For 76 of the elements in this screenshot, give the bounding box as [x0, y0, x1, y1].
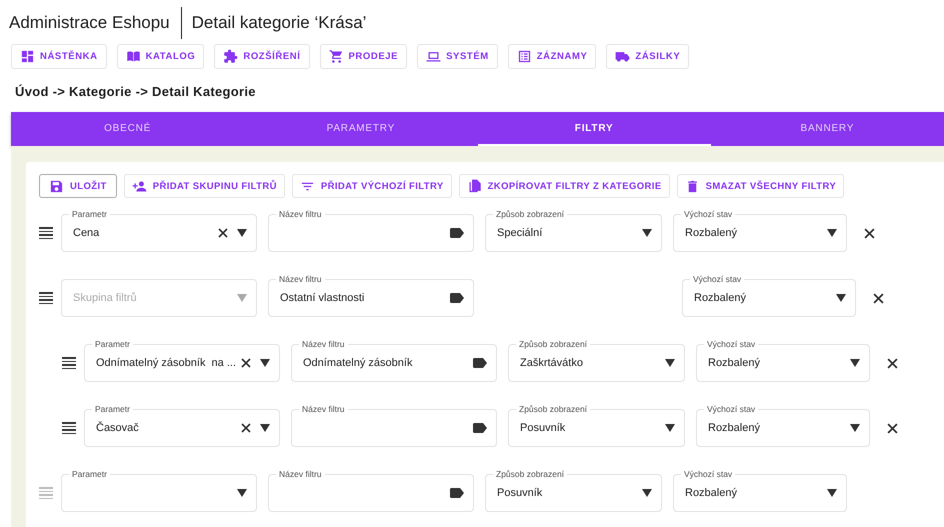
field-label: Výchozí stav: [704, 404, 758, 415]
dropdown-caret-icon[interactable]: [237, 229, 247, 237]
field-label: Způsob zobrazení: [516, 404, 590, 415]
field-label: Způsob zobrazení: [493, 469, 568, 480]
dropdown-caret-icon[interactable]: [665, 424, 675, 432]
clear-icon[interactable]: [218, 228, 228, 238]
book-icon: [126, 49, 141, 64]
tag-icon: [450, 228, 464, 238]
drag-handle-icon[interactable]: [39, 227, 53, 239]
nav-button[interactable]: SYSTÉM: [417, 44, 498, 69]
field-label: Parametr: [69, 209, 110, 220]
dropdown-caret-icon[interactable]: [665, 359, 675, 367]
field-label: Název filtru: [299, 404, 348, 415]
clear-icon[interactable]: [241, 423, 251, 433]
toolbar-button[interactable]: ZKOPÍROVAT FILTRY Z KATEGORIE: [458, 174, 670, 198]
person-add-icon: [132, 178, 147, 194]
field-label: Výchozí stav: [704, 339, 758, 350]
toolbar-button[interactable]: PŘIDAT SKUPINU FILTRŮ: [124, 174, 285, 198]
remove-icon[interactable]: [873, 292, 884, 304]
breadcrumb: Úvod -> Kategorie -> Detail Kategorie: [14, 83, 257, 101]
page-title: Detail kategorie ‘Krása’: [190, 13, 366, 33]
dropdown-caret-icon[interactable]: [260, 424, 270, 432]
field-label: Výchozí stav: [681, 469, 736, 480]
tag-icon: [473, 358, 487, 368]
nav-button[interactable]: ZÁZNAMY: [508, 44, 596, 69]
toolbar-button[interactable]: ULOŽIT: [39, 174, 117, 198]
drag-handle-icon[interactable]: [39, 292, 53, 304]
nav-button[interactable]: ZÁSILKY: [606, 44, 690, 69]
dropdown-caret-icon[interactable]: [850, 359, 860, 367]
field-label: Způsob zobrazení: [516, 339, 590, 350]
toolbar-button[interactable]: PŘIDAT VÝCHOZÍ FILTRY: [292, 174, 452, 198]
truck-icon: [615, 49, 630, 64]
tag-icon: [450, 488, 464, 498]
tag-icon: [473, 423, 487, 433]
dropdown-caret-icon[interactable]: [260, 359, 270, 367]
field-label: Název filtru: [276, 209, 325, 220]
puzzle-icon: [223, 49, 238, 64]
remove-icon[interactable]: [864, 228, 875, 238]
field-label: Parametr: [92, 339, 133, 350]
tab[interactable]: PARAMETRY: [244, 112, 478, 146]
dropdown-caret-icon[interactable]: [642, 489, 652, 497]
dropdown-caret-icon[interactable]: [850, 424, 860, 432]
field-label: Způsob zobrazení: [493, 209, 568, 220]
remove-icon[interactable]: [887, 358, 898, 368]
remove-icon[interactable]: [887, 422, 898, 434]
dropdown-caret-icon[interactable]: [237, 489, 247, 497]
save-icon: [49, 178, 64, 194]
field-label: Parametr: [92, 404, 133, 415]
dashboard-icon: [20, 49, 35, 64]
field-label: Parametr: [69, 469, 110, 480]
tab[interactable]: OBECNÉ: [11, 112, 244, 146]
field-label: Název filtru: [276, 469, 325, 480]
nav-button[interactable]: PRODEJE: [320, 44, 408, 69]
field-label: Výchozí stav: [690, 274, 744, 285]
nav-button[interactable]: NÁSTĚNKA: [11, 44, 107, 69]
toolbar-button[interactable]: SMAZAT VŠECHNY FILTRY: [676, 174, 844, 198]
copy-icon: [466, 178, 482, 194]
cart-icon: [328, 49, 344, 64]
field-label: Výchozí stav: [681, 209, 736, 220]
tab[interactable]: BANNERY: [710, 112, 944, 146]
list-icon: [516, 49, 532, 64]
dropdown-caret-icon[interactable]: [827, 229, 837, 237]
dropdown-caret-icon[interactable]: [836, 294, 846, 302]
drag-handle-icon[interactable]: [39, 487, 53, 499]
nav-button[interactable]: KATALOG: [116, 44, 204, 69]
tag-icon: [450, 293, 464, 303]
app-title: Administrace Eshopu: [9, 13, 171, 33]
drag-handle-icon[interactable]: [62, 357, 76, 369]
field-label: Název filtru: [276, 274, 325, 285]
laptop-icon: [426, 49, 442, 64]
drag-handle-icon[interactable]: [62, 422, 76, 434]
dropdown-caret-icon[interactable]: [642, 229, 652, 237]
field-label: Název filtru: [299, 339, 348, 350]
dropdown-caret-icon[interactable]: [827, 489, 837, 497]
nav-button[interactable]: ROZŠÍŘENÍ: [214, 44, 310, 69]
clear-icon[interactable]: [241, 358, 251, 368]
